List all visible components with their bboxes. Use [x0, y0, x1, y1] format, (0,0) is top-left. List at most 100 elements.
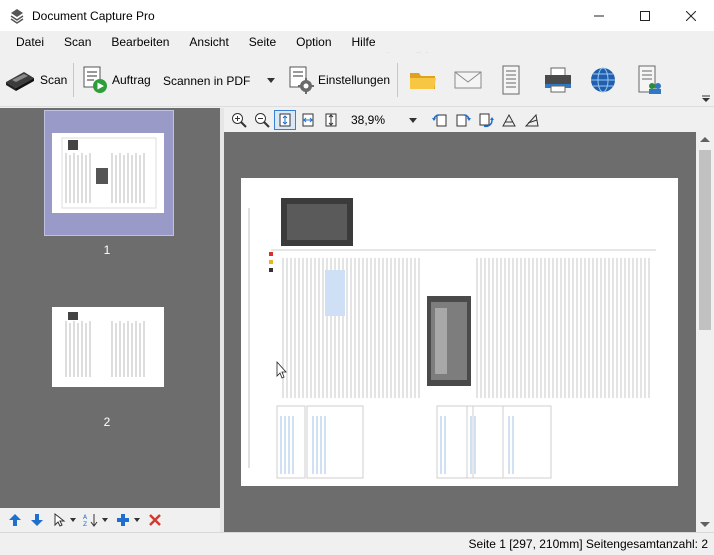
- zoom-in-button[interactable]: [228, 110, 250, 130]
- cursor-icon: [54, 513, 66, 527]
- thumbnail-toolbar: A Z: [0, 508, 220, 532]
- thumbnail-panel: 1 2: [0, 108, 220, 508]
- job-select[interactable]: Scannen in PDF: [158, 70, 280, 92]
- select-tool-button[interactable]: [48, 510, 70, 530]
- mail-icon: [454, 71, 482, 89]
- menu-bearbeiten[interactable]: Bearbeiten: [101, 31, 179, 53]
- maximize-button[interactable]: [622, 0, 668, 31]
- zoom-out-button[interactable]: [251, 110, 273, 130]
- thumbnail-page-2[interactable]: [52, 307, 164, 387]
- folder-button[interactable]: [408, 60, 438, 100]
- arrow-up-icon: [9, 514, 21, 526]
- toolbar-separator: [73, 63, 74, 97]
- chevron-down-icon: [409, 118, 417, 123]
- rotate-180-button[interactable]: [475, 110, 497, 130]
- folder-icon: [410, 73, 436, 89]
- close-button[interactable]: [668, 0, 714, 31]
- menu-hilfe[interactable]: Hilfe: [342, 31, 386, 53]
- maximize-icon: [640, 10, 650, 21]
- close-icon: [686, 10, 696, 21]
- globe-icon: [591, 67, 615, 93]
- job-icon: [83, 66, 107, 93]
- chevron-down-icon[interactable]: [102, 518, 108, 522]
- zoom-in-icon: [232, 113, 247, 128]
- fit-width-icon: [302, 113, 314, 127]
- svg-text:A: A: [83, 514, 88, 521]
- zoom-out-icon: [255, 113, 270, 128]
- zoom-select[interactable]: 38,9%: [349, 110, 421, 130]
- chevron-down-icon[interactable]: [70, 518, 76, 522]
- page-thumbnail-image: [52, 133, 164, 213]
- minimize-icon: [594, 15, 604, 16]
- app-icon: [10, 8, 24, 24]
- thumbnail-label-1: 1: [103, 243, 111, 257]
- plus-icon: [117, 514, 129, 526]
- delete-icon: [149, 514, 161, 526]
- viewer-toolbar: 38,9%: [224, 108, 714, 132]
- thumbnail-label-2: 2: [103, 415, 111, 429]
- rotate-right-button[interactable]: [452, 110, 474, 130]
- zoom-value: 38,9%: [351, 113, 386, 127]
- server-icon: [638, 65, 661, 94]
- arrow-down-icon: [31, 514, 43, 526]
- rotate-left-button[interactable]: [429, 110, 451, 130]
- settings-button[interactable]: Einstellungen: [288, 60, 390, 100]
- window-title: Document Capture Pro: [32, 8, 155, 23]
- toolbar-overflow-icon[interactable]: [702, 95, 710, 103]
- mail-button[interactable]: [454, 60, 482, 100]
- fit-height-icon: [325, 113, 337, 127]
- deskew-left-button[interactable]: [498, 110, 520, 130]
- main-toolbar: Scan Auftrag Scannen in PDF Einstellunge…: [0, 53, 714, 107]
- minimize-button[interactable]: [576, 0, 622, 31]
- scan-label: Scan: [40, 73, 68, 87]
- move-down-button[interactable]: [26, 510, 48, 530]
- vertical-scrollbar[interactable]: [696, 132, 714, 532]
- server-button[interactable]: [637, 60, 663, 100]
- fit-page-icon: [279, 113, 291, 127]
- printer-icon: [545, 67, 571, 93]
- fit-height-button[interactable]: [320, 110, 342, 130]
- scroll-up-icon[interactable]: [700, 137, 710, 142]
- menu-ansicht[interactable]: Ansicht: [179, 31, 238, 53]
- job-button[interactable]: Auftrag: [82, 60, 151, 100]
- page-thumbnail-image: [52, 307, 164, 387]
- settings-label: Einstellungen: [318, 73, 391, 87]
- document-icon: [502, 65, 520, 95]
- chevron-down-icon[interactable]: [134, 518, 140, 522]
- deskew-right-icon: [524, 113, 539, 127]
- fit-page-button[interactable]: [274, 110, 296, 130]
- scrollbar-thumb[interactable]: [699, 150, 711, 330]
- settings-icon: [289, 66, 314, 94]
- page-preview: [241, 178, 678, 486]
- document-button[interactable]: [501, 60, 521, 100]
- menu-bar: Datei Scan Bearbeiten Ansicht Seite Opti…: [0, 31, 714, 53]
- move-up-button[interactable]: [4, 510, 26, 530]
- deskew-right-button[interactable]: [521, 110, 543, 130]
- sort-icon: A Z: [83, 514, 98, 527]
- page-viewer[interactable]: [224, 132, 696, 532]
- status-bar: Seite 1 [297, 210mm] Seitengesamtanzahl:…: [0, 532, 714, 555]
- rotate-left-icon: [432, 114, 447, 127]
- add-page-button[interactable]: [112, 510, 134, 530]
- deskew-left-icon: [502, 113, 516, 127]
- toolbar-separator: [397, 63, 398, 97]
- print-button[interactable]: [543, 60, 573, 100]
- scanner-icon: [6, 72, 34, 91]
- web-button[interactable]: [589, 60, 617, 100]
- title-bar: Document Capture Pro: [0, 0, 714, 31]
- menu-scan[interactable]: Scan: [54, 31, 101, 53]
- scan-button[interactable]: Scan: [4, 60, 67, 100]
- scroll-down-icon[interactable]: [700, 522, 710, 527]
- menu-seite[interactable]: Seite: [239, 31, 286, 53]
- job-label: Auftrag: [112, 73, 151, 87]
- status-text: Seite 1 [297, 210mm] Seitengesamtanzahl:…: [468, 537, 708, 551]
- menu-option[interactable]: Option: [286, 31, 341, 53]
- thumbnail-page-1[interactable]: [52, 133, 164, 213]
- scanned-page-image: [241, 178, 678, 486]
- delete-page-button[interactable]: [144, 510, 166, 530]
- fit-width-button[interactable]: [297, 110, 319, 130]
- chevron-down-icon: [267, 78, 275, 83]
- sort-button[interactable]: A Z: [80, 510, 102, 530]
- menu-datei[interactable]: Datei: [6, 31, 54, 53]
- rotate-right-icon: [456, 114, 471, 127]
